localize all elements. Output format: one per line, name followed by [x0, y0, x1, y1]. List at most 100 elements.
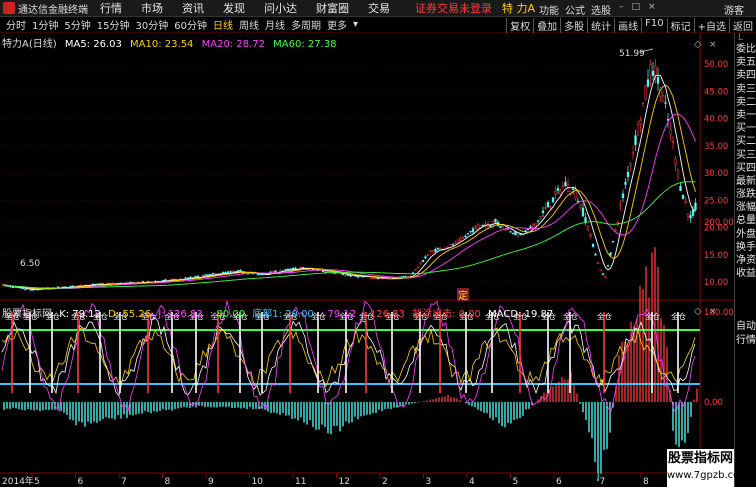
kline-chart[interactable]: 全仓 全仓 全仓 全仓 全仓 全仓 全仓 全仓 全仓 全仓 全仓 全仓 全仓 全仓 全仓 全仓 全仓 全仓 全仓 全仓… [0, 33, 734, 487]
period-multi[interactable]: 多周期 [291, 17, 321, 32]
menu-discover[interactable]: 发现 [223, 0, 245, 16]
side-item[interactable]: 自动 [735, 320, 756, 333]
candle-body [501, 225, 505, 227]
menu-trade[interactable]: 交易 [368, 0, 390, 16]
side-item[interactable]: 买二 [735, 135, 756, 148]
side-item[interactable]: 买四 [735, 162, 756, 175]
menu-formula[interactable]: 公式 [565, 2, 585, 17]
candle-body [551, 197, 555, 203]
period-1min[interactable]: 1分钟 [32, 17, 58, 32]
close-chart-icon[interactable]: × [709, 40, 717, 50]
settings-icon[interactable]: ◇ [694, 39, 702, 50]
price-tick-label: 40.00 [704, 115, 728, 125]
candle-body [626, 171, 630, 178]
indicator-name[interactable]: 股票指标网 [2, 309, 52, 320]
side-item[interactable]: 卖四 [735, 69, 756, 82]
candle-body [629, 163, 632, 166]
adjust-button[interactable]: 复权 [506, 18, 533, 33]
candle-body [574, 189, 577, 199]
side-item[interactable]: 外盘 [735, 228, 756, 241]
candle-body [494, 219, 497, 223]
f10-button[interactable]: F10 [641, 18, 666, 33]
candle-body [614, 229, 617, 232]
watermark-title: 股票指标网 [667, 451, 733, 466]
menu-news[interactable]: 资讯 [182, 0, 204, 16]
indicator-close-icon[interactable]: × [709, 307, 717, 317]
candle-body [686, 213, 690, 217]
indicator-settings-icon[interactable]: ◇ [694, 306, 702, 317]
side-item[interactable]: 净资 [735, 254, 756, 267]
menu-select[interactable]: 选股 [591, 2, 611, 17]
side-top-label[interactable]: L [735, 33, 756, 43]
menu-market[interactable]: 市场 [141, 0, 163, 16]
period-monthly[interactable]: 月线 [265, 17, 285, 32]
login-alert[interactable]: 证券交易未登录 [415, 0, 492, 16]
side-item[interactable]: 卖一 [735, 109, 756, 122]
side-item[interactable]: 涨幅 [735, 201, 756, 214]
candle-body [24, 288, 27, 291]
period-more[interactable]: 更多 [327, 17, 347, 32]
side-item[interactable]: 卖五 [735, 56, 756, 69]
candle-body [259, 273, 262, 276]
period-60min[interactable]: 60分钟 [174, 17, 207, 32]
side-item[interactable]: 买三 [735, 149, 756, 162]
maximize-button[interactable]: □ [632, 2, 641, 17]
candle-body [611, 240, 615, 243]
candle-body [471, 228, 475, 233]
candle-body [454, 242, 457, 244]
add-watchlist-button[interactable]: +自选 [693, 18, 729, 33]
main-chart-legend: 特力A(日线) MA5: 26.03 MA10: 23.54 MA20: 28.… [2, 35, 342, 50]
bottom-legend: 底部1: 20.00 [252, 309, 314, 320]
more-chevron-icon[interactable]: ▾ [353, 19, 358, 30]
side-item[interactable]: 买一 [735, 122, 756, 135]
menu-function[interactable]: 功能 [539, 2, 559, 17]
side-item[interactable]: 卖二 [735, 96, 756, 109]
price-tick-label: 25.00 [704, 196, 728, 206]
back-button[interactable]: 返回 [729, 18, 756, 33]
side-item[interactable]: 总量 [735, 214, 756, 227]
period-weekly[interactable]: 周线 [239, 17, 259, 32]
mark-button[interactable]: 标记 [666, 18, 694, 33]
period-5min[interactable]: 5分钟 [64, 17, 90, 32]
side-item[interactable]: 卖三 [735, 83, 756, 96]
period-daily[interactable]: 日线 [213, 17, 233, 32]
time-tick-label: 9 [208, 477, 214, 487]
time-tick-label: 8 [165, 477, 171, 487]
menu-ask[interactable]: 问小达 [264, 0, 297, 16]
candle-body [599, 269, 602, 271]
stats-button[interactable]: 统计 [587, 18, 614, 33]
candle-body [581, 207, 585, 217]
side-item[interactable]: 涨跌 [735, 188, 756, 201]
period-15min[interactable]: 15分钟 [97, 17, 130, 32]
time-tick-label: 2 [382, 477, 388, 487]
side-item[interactable]: 收益 [735, 267, 756, 280]
candle-body [509, 231, 512, 233]
time-tick-label: 4 [469, 477, 475, 487]
menu-wealth[interactable]: 财富圈 [316, 0, 349, 16]
buy-signal-label: 全仓 [671, 311, 686, 321]
side-item[interactable]: 换手 [735, 241, 756, 254]
side-item[interactable]: 行情 [735, 334, 756, 347]
draw-line-button[interactable]: 画线 [614, 18, 641, 33]
candle-body [604, 276, 607, 279]
close-window-button[interactable]: × [648, 2, 656, 17]
period-30min[interactable]: 30分钟 [135, 17, 168, 32]
time-tick-label: 6 [78, 477, 84, 487]
chart-tool-buttons: 复权 叠加 多股 统计 画线 F10 标记 +自选 返回 [506, 18, 756, 33]
user-label[interactable]: 游客 [724, 2, 744, 17]
multi-stock-button[interactable]: 多股 [560, 18, 587, 33]
buy-signal-label: 全仓 [645, 311, 660, 321]
candle-body [671, 141, 675, 143]
time-tick-label: 10 [252, 477, 264, 487]
overlay-button[interactable]: 叠加 [533, 18, 560, 33]
menu-quotes[interactable]: 行情 [100, 0, 122, 16]
side-item[interactable]: 最新 [735, 175, 756, 188]
side-item[interactable]: 委比 [735, 43, 756, 56]
minimize-button[interactable]: – [619, 2, 624, 17]
candle-body [331, 272, 335, 275]
candle-body [654, 65, 657, 77]
period-tick[interactable]: 分时 [6, 17, 26, 32]
candle-body [564, 181, 567, 187]
candle-body [466, 233, 470, 235]
macd-legend: MACD: 19.87 [488, 309, 554, 320]
